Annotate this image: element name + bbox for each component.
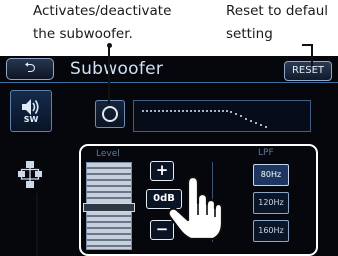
reset-leader-line bbox=[311, 46, 313, 66]
level-label: Level bbox=[96, 149, 120, 159]
toggle-leader-line bbox=[108, 46, 110, 104]
curve-dot bbox=[250, 119, 252, 122]
subwoofer-mode-button[interactable]: SW bbox=[10, 90, 52, 132]
curve-dot bbox=[158, 110, 160, 112]
network-icon[interactable] bbox=[17, 160, 43, 190]
sw-label: SW bbox=[23, 115, 39, 124]
toggle-leader-dot bbox=[106, 43, 112, 48]
curve-dot bbox=[255, 122, 257, 124]
curve-dot bbox=[245, 117, 247, 120]
curve-dot bbox=[230, 111, 232, 113]
curve-dot bbox=[166, 110, 168, 112]
lpf-label: LPF bbox=[258, 148, 274, 158]
curve-dot bbox=[170, 110, 172, 112]
curve-dot bbox=[226, 110, 228, 112]
lpf-160hz-button[interactable]: 160Hz bbox=[253, 220, 289, 242]
curve-dot bbox=[235, 113, 237, 116]
reset-button[interactable]: RESET bbox=[284, 61, 332, 81]
toggle-annotation-line1: Activates/deactivate bbox=[33, 3, 172, 19]
title-divider bbox=[0, 82, 338, 83]
curve-dot bbox=[240, 115, 242, 118]
curve-dot bbox=[178, 110, 180, 112]
curve-dot bbox=[210, 110, 212, 112]
curve-dot bbox=[214, 110, 216, 112]
curve-dot bbox=[142, 110, 144, 112]
level-slider-knob[interactable] bbox=[83, 202, 135, 212]
curve-dot bbox=[222, 110, 224, 112]
reset-leader-hook bbox=[302, 44, 313, 46]
frequency-curve-display bbox=[133, 100, 311, 132]
curve-dot bbox=[182, 110, 184, 112]
curve-dot bbox=[198, 110, 200, 112]
curve-dot bbox=[146, 110, 148, 112]
curve-dot bbox=[154, 110, 156, 112]
back-arrow-icon: ⮌ bbox=[24, 60, 36, 76]
curve-dot bbox=[260, 124, 262, 127]
curve-dot bbox=[194, 110, 196, 112]
lpf-80hz-button[interactable]: 80Hz bbox=[253, 164, 289, 186]
page-title: Subwoofer bbox=[70, 59, 164, 79]
curve-dot bbox=[206, 110, 208, 112]
curve-dot bbox=[162, 110, 164, 112]
curve-dot bbox=[202, 110, 204, 112]
curve-dot bbox=[190, 110, 192, 112]
hand-pointer-icon bbox=[167, 175, 223, 241]
curve-dot bbox=[174, 110, 176, 112]
toggle-ring-icon bbox=[102, 106, 118, 122]
network-leader-line bbox=[36, 193, 38, 256]
reset-annotation-line2: setting bbox=[226, 26, 273, 42]
curve-dot bbox=[265, 126, 267, 129]
toggle-annotation-line2: the subwoofer. bbox=[33, 26, 133, 42]
lpf-120hz-button[interactable]: 120Hz bbox=[253, 192, 289, 214]
back-button[interactable]: ⮌ bbox=[6, 58, 54, 80]
curve-dot bbox=[186, 110, 188, 112]
subwoofer-screen: ⮌ Subwoofer RESET SW Level + 0dB − LPF 8… bbox=[0, 56, 338, 256]
curve-dot bbox=[150, 110, 152, 112]
reset-annotation-line1: Reset to defaul bbox=[226, 3, 329, 19]
level-slider[interactable] bbox=[83, 162, 135, 250]
curve-dot bbox=[218, 110, 220, 112]
subwoofer-toggle-button[interactable] bbox=[95, 100, 125, 128]
